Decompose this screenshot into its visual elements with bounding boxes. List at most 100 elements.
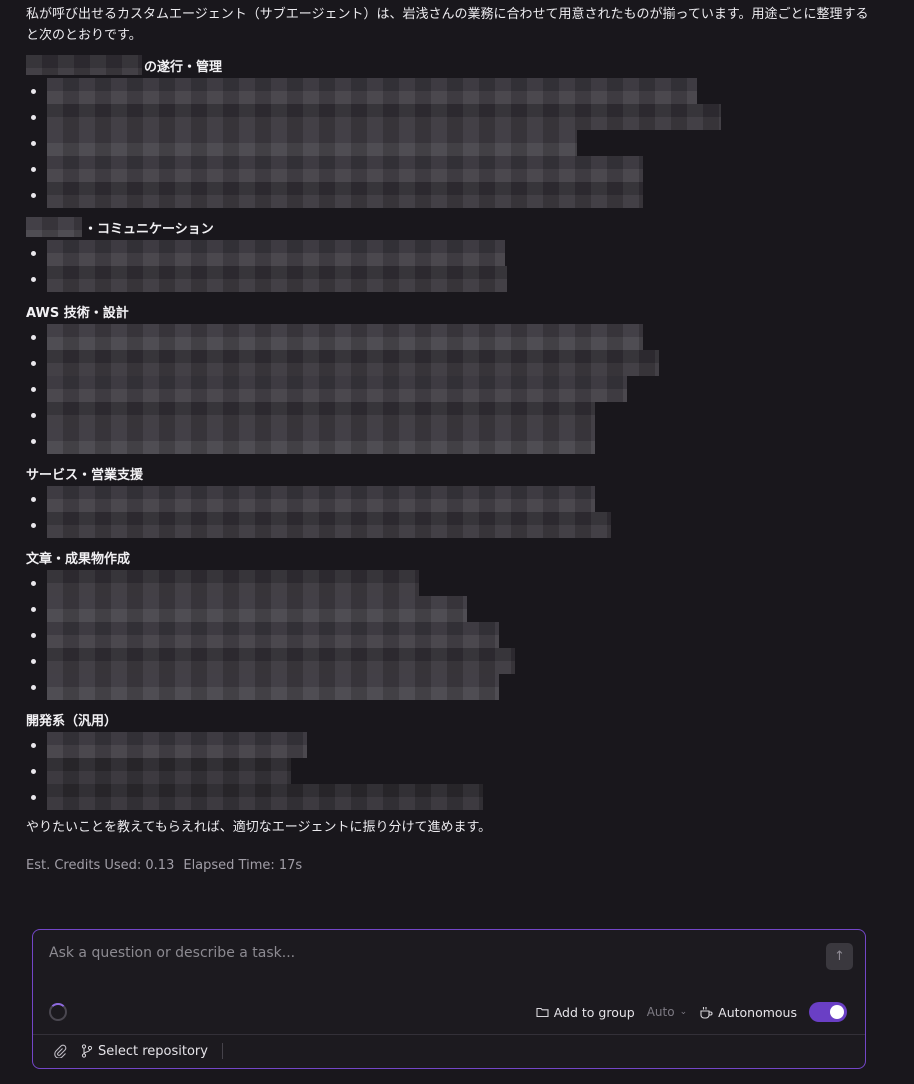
list-item — [26, 78, 876, 104]
list-item — [26, 596, 876, 622]
list-item — [26, 324, 876, 350]
section-title: ・コミュニケーション — [84, 221, 214, 237]
bullet — [31, 360, 36, 366]
redacted-text — [47, 758, 291, 784]
list-item — [26, 376, 876, 402]
chevron-down-icon: ⌄ — [679, 1007, 688, 1017]
redacted-text — [47, 596, 467, 622]
redacted-text — [47, 240, 505, 266]
list-item — [26, 130, 876, 156]
section-list — [26, 486, 876, 538]
prompt-input[interactable]: Ask a question or describe a task... — [49, 945, 295, 961]
section-list — [26, 570, 876, 700]
list-item — [26, 648, 876, 674]
bullet — [31, 192, 36, 198]
section-list — [26, 240, 876, 292]
section-heading: 開発系（汎用） — [26, 706, 876, 732]
redacted-text — [47, 182, 643, 208]
autonomous-control[interactable]: Autonomous — [699, 1005, 797, 1020]
autonomous-label: Autonomous — [718, 1004, 797, 1020]
intro-text: 私が呼び出せるカスタムエージェント（サブエージェント）は、岩浅さんの業務に合わせ… — [26, 7, 869, 43]
bullet — [31, 632, 36, 638]
redacted-prefix — [26, 55, 142, 75]
select-repository-button[interactable]: Select repository — [81, 1044, 208, 1059]
mode-label: Auto — [646, 1005, 675, 1019]
bullet — [31, 140, 36, 146]
list-item — [26, 758, 876, 784]
composer-divider — [33, 1034, 865, 1035]
redacted-text — [47, 486, 595, 512]
list-item — [26, 156, 876, 182]
bullet — [31, 606, 36, 612]
composer[interactable]: Ask a question or describe a task... ↑ A… — [32, 929, 866, 1069]
send-button[interactable]: ↑ — [826, 943, 853, 970]
list-item — [26, 350, 876, 376]
list-item — [26, 622, 876, 648]
list-item — [26, 732, 876, 758]
autonomous-toggle[interactable] — [809, 1002, 847, 1022]
bullet — [31, 114, 36, 120]
redacted-text — [47, 104, 721, 130]
git-branch-icon — [81, 1044, 93, 1058]
elapsed-time: Elapsed Time: 17s — [183, 858, 303, 873]
bullet — [31, 166, 36, 172]
usage-meta: Est. Credits Used: 0.13 Elapsed Time: 17… — [26, 858, 876, 873]
list-item — [26, 402, 876, 428]
chat-message: 私が呼び出せるカスタムエージェント（サブエージェント）は、岩浅さんの業務に合わせ… — [26, 0, 876, 873]
section-title: AWS 技術・設計 — [26, 305, 129, 321]
bullet — [31, 334, 36, 340]
section-title: サービス・営業支援 — [26, 467, 144, 483]
bullet — [31, 276, 36, 282]
bullet — [31, 522, 36, 528]
bullet — [31, 580, 36, 586]
bullet — [31, 438, 36, 444]
redacted-text — [47, 78, 697, 104]
add-to-group-button[interactable]: Add to group — [536, 1005, 635, 1020]
bullet — [31, 794, 36, 800]
section-list — [26, 78, 876, 208]
footer-separator — [221, 1043, 223, 1059]
list-item — [26, 240, 876, 266]
redacted-text — [47, 402, 595, 428]
section-heading: の遂行・管理 — [26, 52, 876, 78]
list-item — [26, 570, 876, 596]
mode-select[interactable]: Auto ⌄ — [647, 1005, 687, 1019]
redacted-text — [47, 570, 419, 596]
add-to-group-label: Add to group — [553, 1004, 635, 1020]
list-item — [26, 512, 876, 538]
list-item — [26, 428, 876, 454]
paperclip-icon[interactable] — [53, 1044, 67, 1058]
section-title: の遂行・管理 — [144, 59, 223, 75]
closing-text: やりたいことを教えてもらえれば、適切なエージェントに振り分けて進めます。 — [26, 820, 492, 835]
bullet — [31, 88, 36, 94]
composer-footer: Select repository — [53, 1043, 223, 1059]
section-heading: AWS 技術・設計 — [26, 298, 876, 324]
list-item — [26, 674, 876, 700]
bullet — [31, 250, 36, 256]
composer-controls: Add to group Auto ⌄ Autonomous — [536, 1002, 847, 1022]
select-repository-label: Select repository — [98, 1043, 208, 1059]
redacted-text — [47, 674, 499, 700]
bullet — [31, 742, 36, 748]
redacted-text — [47, 130, 577, 156]
bullet — [31, 386, 36, 392]
arrow-up-icon: ↑ — [834, 949, 845, 964]
section-list — [26, 732, 876, 810]
redacted-text — [47, 512, 611, 538]
redacted-text — [47, 266, 507, 292]
redacted-text — [47, 350, 659, 376]
section-heading: 文章・成果物作成 — [26, 544, 876, 570]
redacted-text — [47, 732, 307, 758]
bullet — [31, 412, 36, 418]
loading-spinner-icon — [49, 1003, 67, 1021]
bullet — [31, 684, 36, 690]
redacted-text — [47, 784, 483, 810]
folder-icon — [536, 1007, 549, 1018]
section-title: 文章・成果物作成 — [26, 551, 131, 567]
section-title: 開発系（汎用） — [26, 713, 118, 729]
redacted-prefix — [26, 217, 82, 237]
bullet — [31, 658, 36, 664]
redacted-text — [47, 622, 499, 648]
redacted-text — [47, 156, 643, 182]
redacted-text — [47, 324, 643, 350]
